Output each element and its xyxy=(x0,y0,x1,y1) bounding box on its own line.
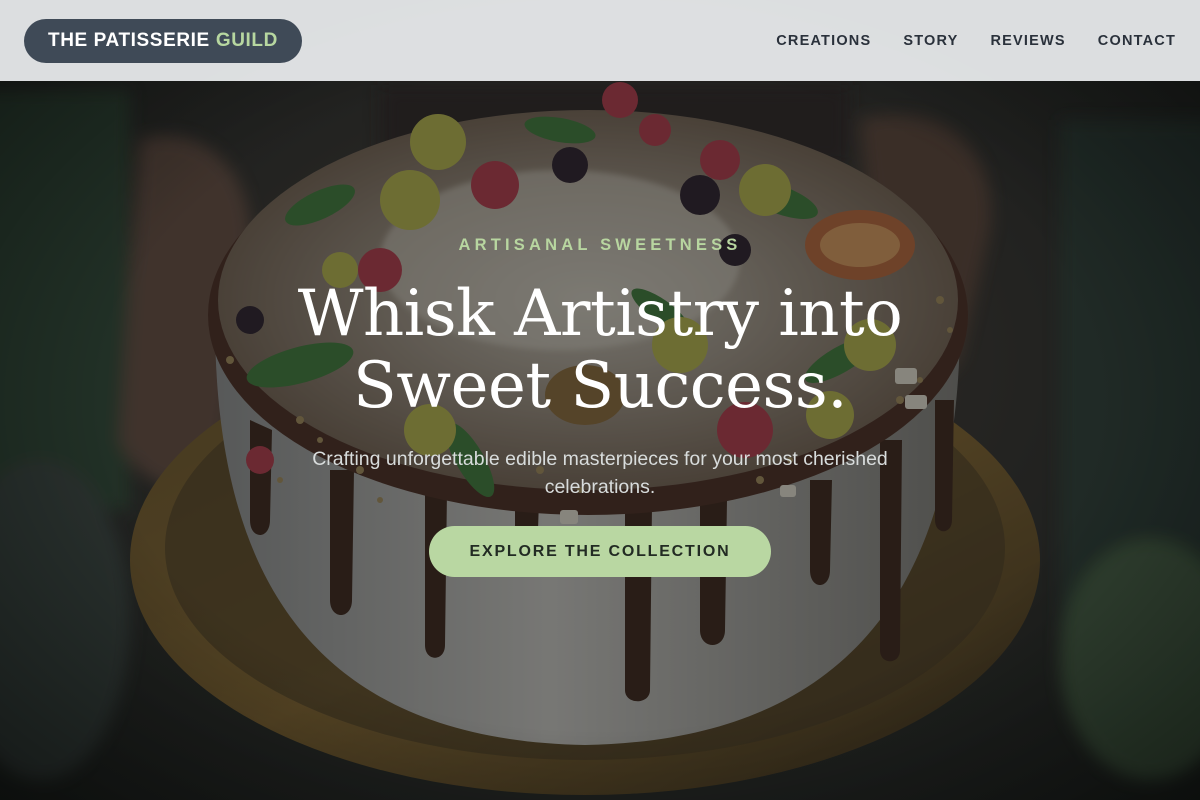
hero-headline: Whisk Artistry into Sweet Success. xyxy=(0,278,1200,422)
hero-headline-line-2: Sweet Success. xyxy=(352,349,848,423)
hero-eyebrow: ARTISANAL SWEETNESS xyxy=(458,236,742,254)
hero-headline-line-1: Whisk Artistry into xyxy=(297,277,903,351)
hero-section: ARTISANAL SWEETNESS Whisk Artistry into … xyxy=(0,0,1200,800)
explore-collection-button[interactable]: EXPLORE THE COLLECTION xyxy=(429,526,771,577)
hero-subheadline: Crafting unforgettable edible masterpiec… xyxy=(312,448,888,498)
